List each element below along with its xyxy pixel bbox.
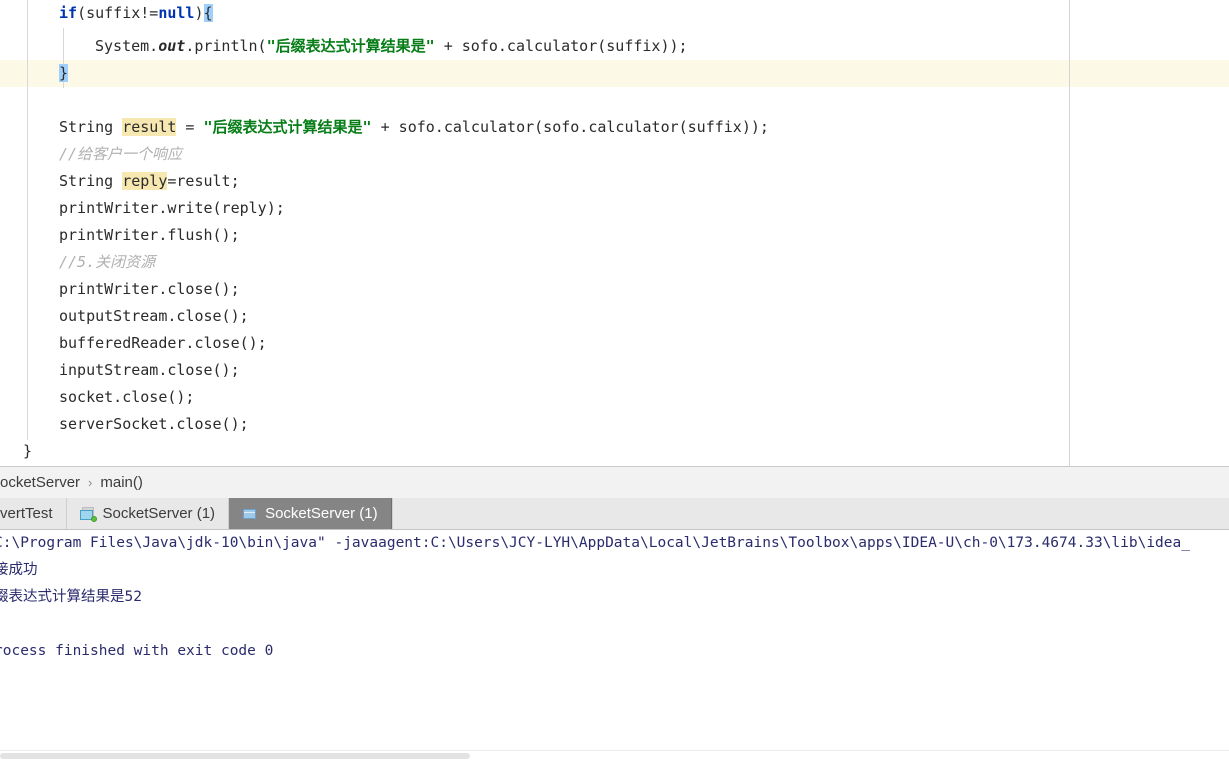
console-line: C:\Program Files\Java\jdk-10\bin\java" -… (0, 535, 1190, 551)
tab-label: SocketServer (1) (265, 505, 378, 522)
code-line: outputStream.close(); (0, 303, 1229, 330)
code-token: null (158, 4, 195, 22)
code-line: if(suffix!=null){ (0, 0, 1229, 27)
tab-socketserver-1-active[interactable]: SocketServer (1) (229, 498, 392, 529)
code-token: ( (77, 4, 87, 22)
code-token: String (59, 172, 123, 190)
code-line: String result = "后缀表达式计算结果是" + sofo.calc… (0, 114, 1229, 141)
console-icon (242, 507, 258, 521)
code-token: //5.关闭资源 (59, 253, 156, 271)
code-token: System. (95, 37, 159, 55)
code-token: + sofo.calculator(suffix)); (434, 37, 688, 55)
code-token: outputStream.close(); (59, 307, 249, 325)
code-line: } (0, 60, 1229, 87)
console-line: rocess finished with exit code 0 (0, 643, 274, 659)
code-token: result (122, 118, 177, 136)
horizontal-scrollbar[interactable] (0, 750, 1229, 760)
code-line: printWriter.flush(); (0, 222, 1229, 249)
code-token: printWriter.close(); (59, 280, 240, 298)
code-line: socket.close(); (0, 384, 1229, 411)
tab-socketserver-1[interactable]: SocketServer (1) (67, 498, 230, 529)
code-editor[interactable]: if(suffix!=null){System.out.println("后缀表… (0, 0, 1229, 466)
horizontal-scrollbar-thumb[interactable] (0, 753, 470, 759)
breadcrumb-separator-icon: › (88, 475, 93, 490)
code-token: != (140, 4, 159, 22)
code-token: =result; (167, 172, 240, 190)
run-tool-window-tabs[interactable]: vertTest SocketServer (1) SocketServer (… (0, 498, 1229, 530)
run-console-output[interactable]: C:\Program Files\Java\jdk-10\bin\java" -… (0, 530, 1229, 752)
code-token: printWriter.flush(); (59, 226, 240, 244)
code-token: if (59, 4, 78, 22)
code-token: "后缀表达式计算结果是" (266, 37, 435, 55)
tab-bar-empty-area (391, 498, 1229, 529)
code-line: //给客户一个响应 (0, 141, 1229, 168)
console-line: 接成功 (0, 562, 38, 578)
code-token: out (158, 37, 186, 55)
tab-label: vertTest (0, 505, 53, 522)
code-line: inputStream.close(); (0, 357, 1229, 384)
breadcrumb-item-class[interactable]: ocketServer (0, 474, 80, 491)
tab-vert-test[interactable]: vertTest (0, 498, 67, 529)
code-token: reply (122, 172, 168, 190)
code-token: } (23, 442, 33, 460)
code-token: + sofo.calculator(sofo.calculator(suffix… (371, 118, 769, 136)
code-token: .println( (185, 37, 267, 55)
code-token: serverSocket.close(); (59, 415, 249, 433)
code-line: String reply=result; (0, 168, 1229, 195)
breadcrumb[interactable]: ocketServer › main() (0, 466, 1229, 498)
breadcrumb-item-method[interactable]: main() (100, 474, 143, 491)
console-line: 缀表达式计算结果是52 (0, 589, 142, 605)
code-line: serverSocket.close(); (0, 411, 1229, 438)
code-line: //5.关闭资源 (0, 249, 1229, 276)
ide-window: if(suffix!=null){System.out.println("后缀表… (0, 0, 1229, 760)
code-token: //给客户一个响应 (59, 145, 183, 163)
code-token: suffix (86, 4, 141, 22)
tab-label: SocketServer (1) (102, 505, 216, 522)
code-line: printWriter.close(); (0, 276, 1229, 303)
console-running-icon (79, 506, 97, 522)
code-token: { (203, 4, 213, 22)
code-line: } (0, 438, 1229, 465)
code-token: "后缀表达式计算结果是" (203, 118, 372, 136)
code-token: inputStream.close(); (59, 361, 240, 379)
code-token: String (59, 118, 123, 136)
code-line: printWriter.write(reply); (0, 195, 1229, 222)
code-line: bufferedReader.close(); (0, 330, 1229, 357)
code-token: printWriter.write(reply); (59, 199, 285, 217)
code-token: = (176, 118, 204, 136)
code-line: System.out.println("后缀表达式计算结果是" + sofo.c… (0, 33, 1229, 60)
code-token: } (59, 64, 69, 82)
code-token: bufferedReader.close(); (59, 334, 267, 352)
code-token: socket.close(); (59, 388, 195, 406)
code-token: ) (194, 4, 204, 22)
